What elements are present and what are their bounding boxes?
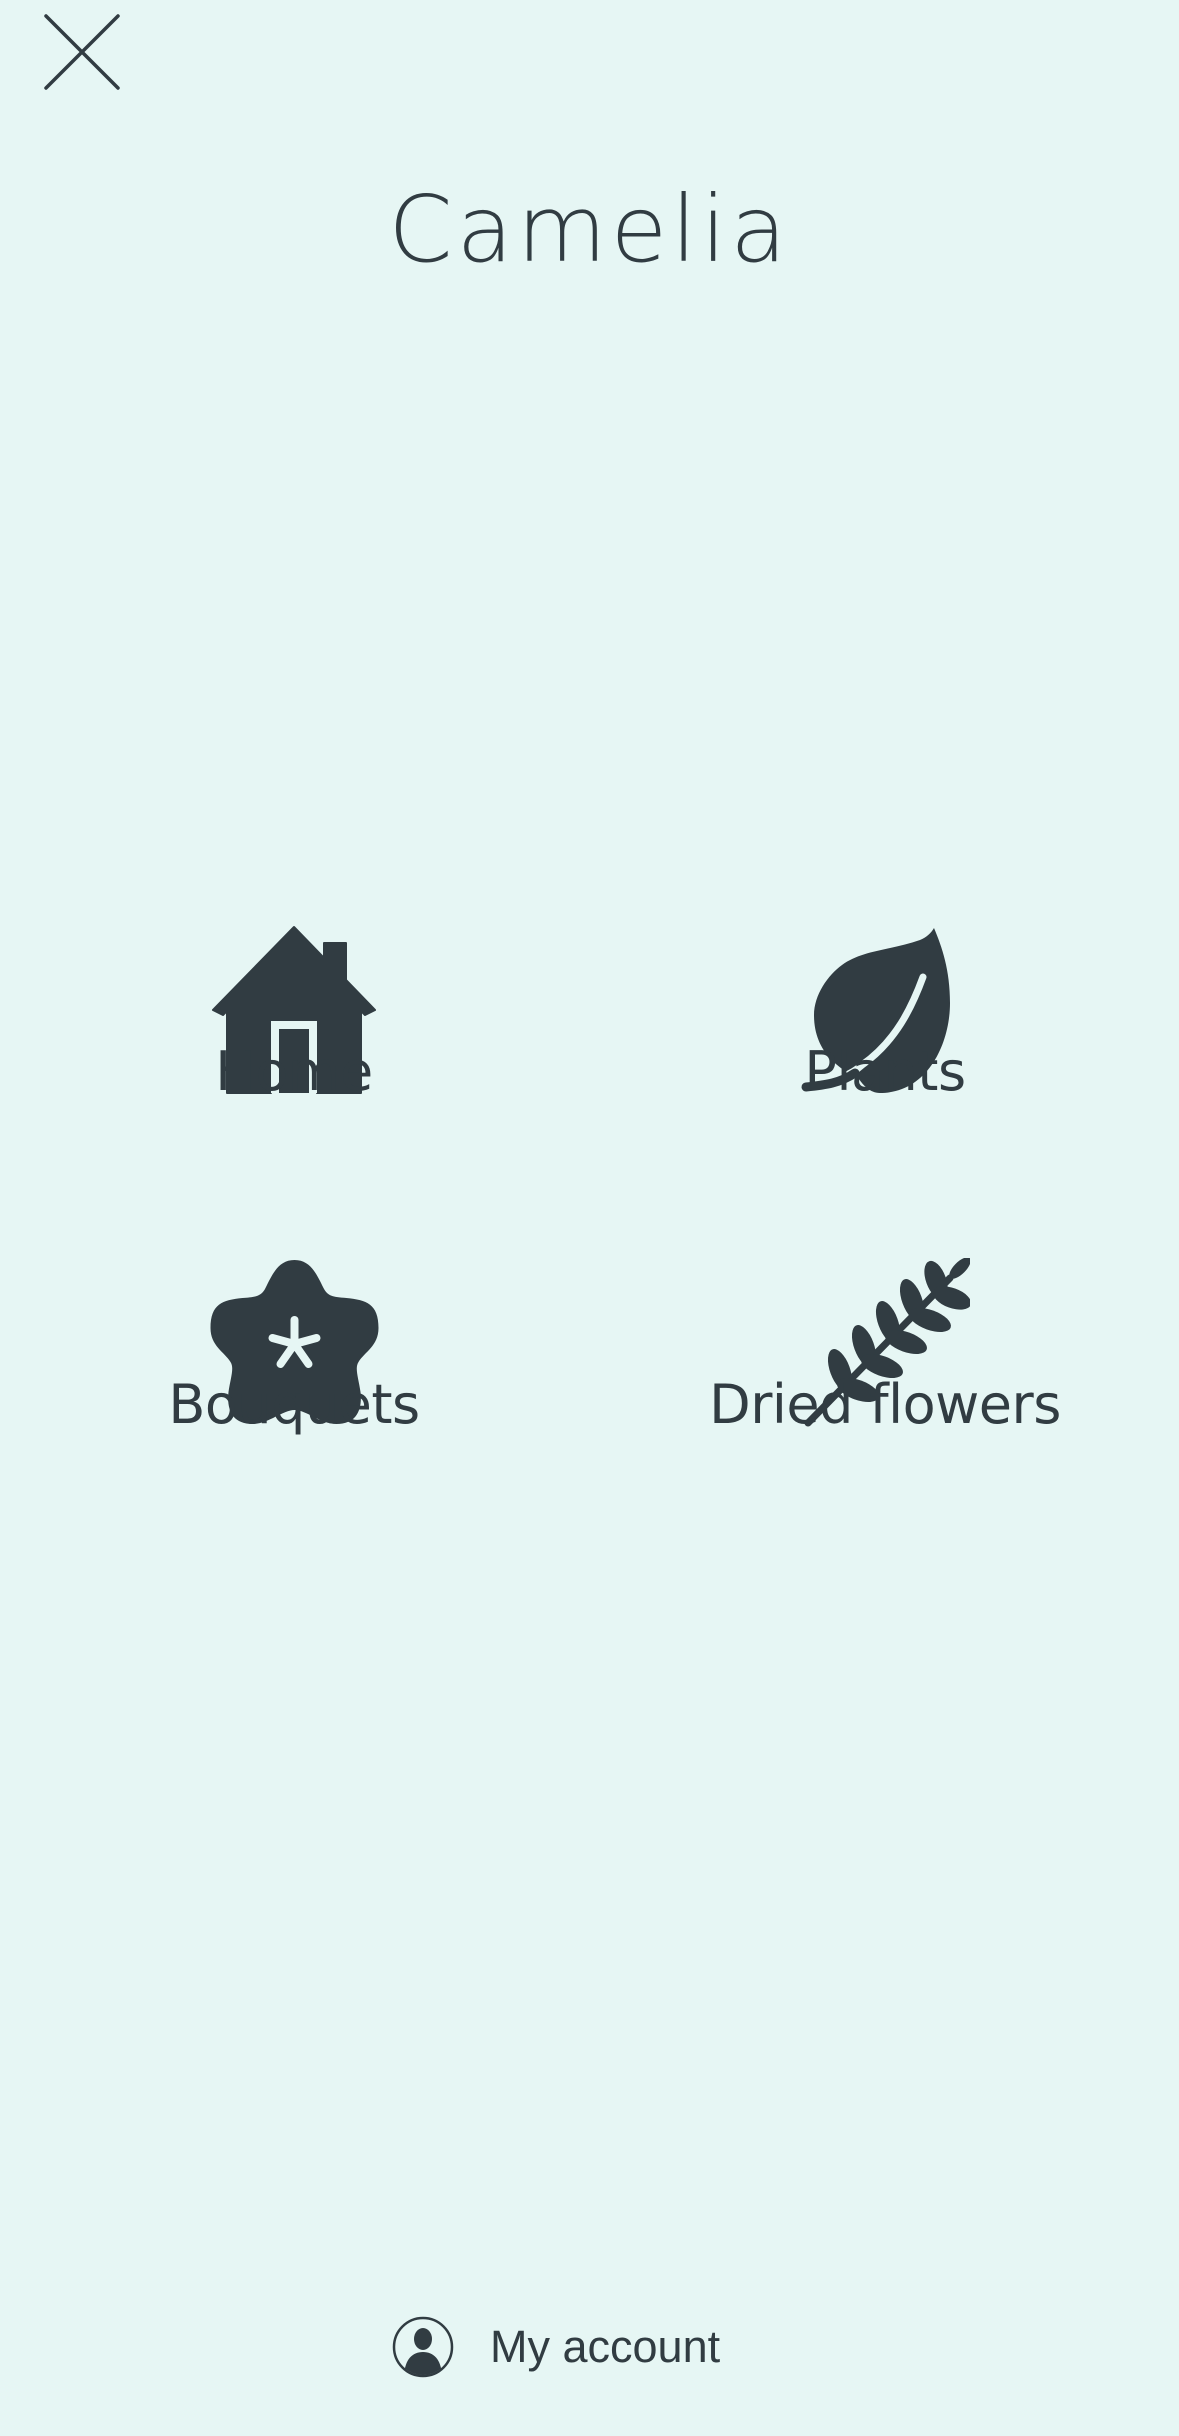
- nav-item-dried-flowers[interactable]: Dried flowers: [685, 1258, 1085, 1548]
- my-account-label: My account: [490, 2321, 721, 2372]
- nav-item-plants[interactable]: Plants: [685, 925, 1085, 1215]
- nav-item-plants-label: Plants: [804, 1040, 966, 1103]
- nav-item-bouquets[interactable]: Bouquets: [94, 1258, 494, 1548]
- nav-item-dried-flowers-label: Dried flowers: [709, 1373, 1061, 1436]
- my-account-link[interactable]: My account: [392, 2312, 720, 2382]
- nav-item-home-label: Home: [215, 1040, 373, 1103]
- nav-grid: Home Plants Bouquets Dried flowers: [0, 0, 1179, 2436]
- nav-item-bouquets-label: Bouquets: [168, 1373, 420, 1436]
- user-icon: [392, 2316, 454, 2378]
- nav-item-home[interactable]: Home: [94, 925, 494, 1215]
